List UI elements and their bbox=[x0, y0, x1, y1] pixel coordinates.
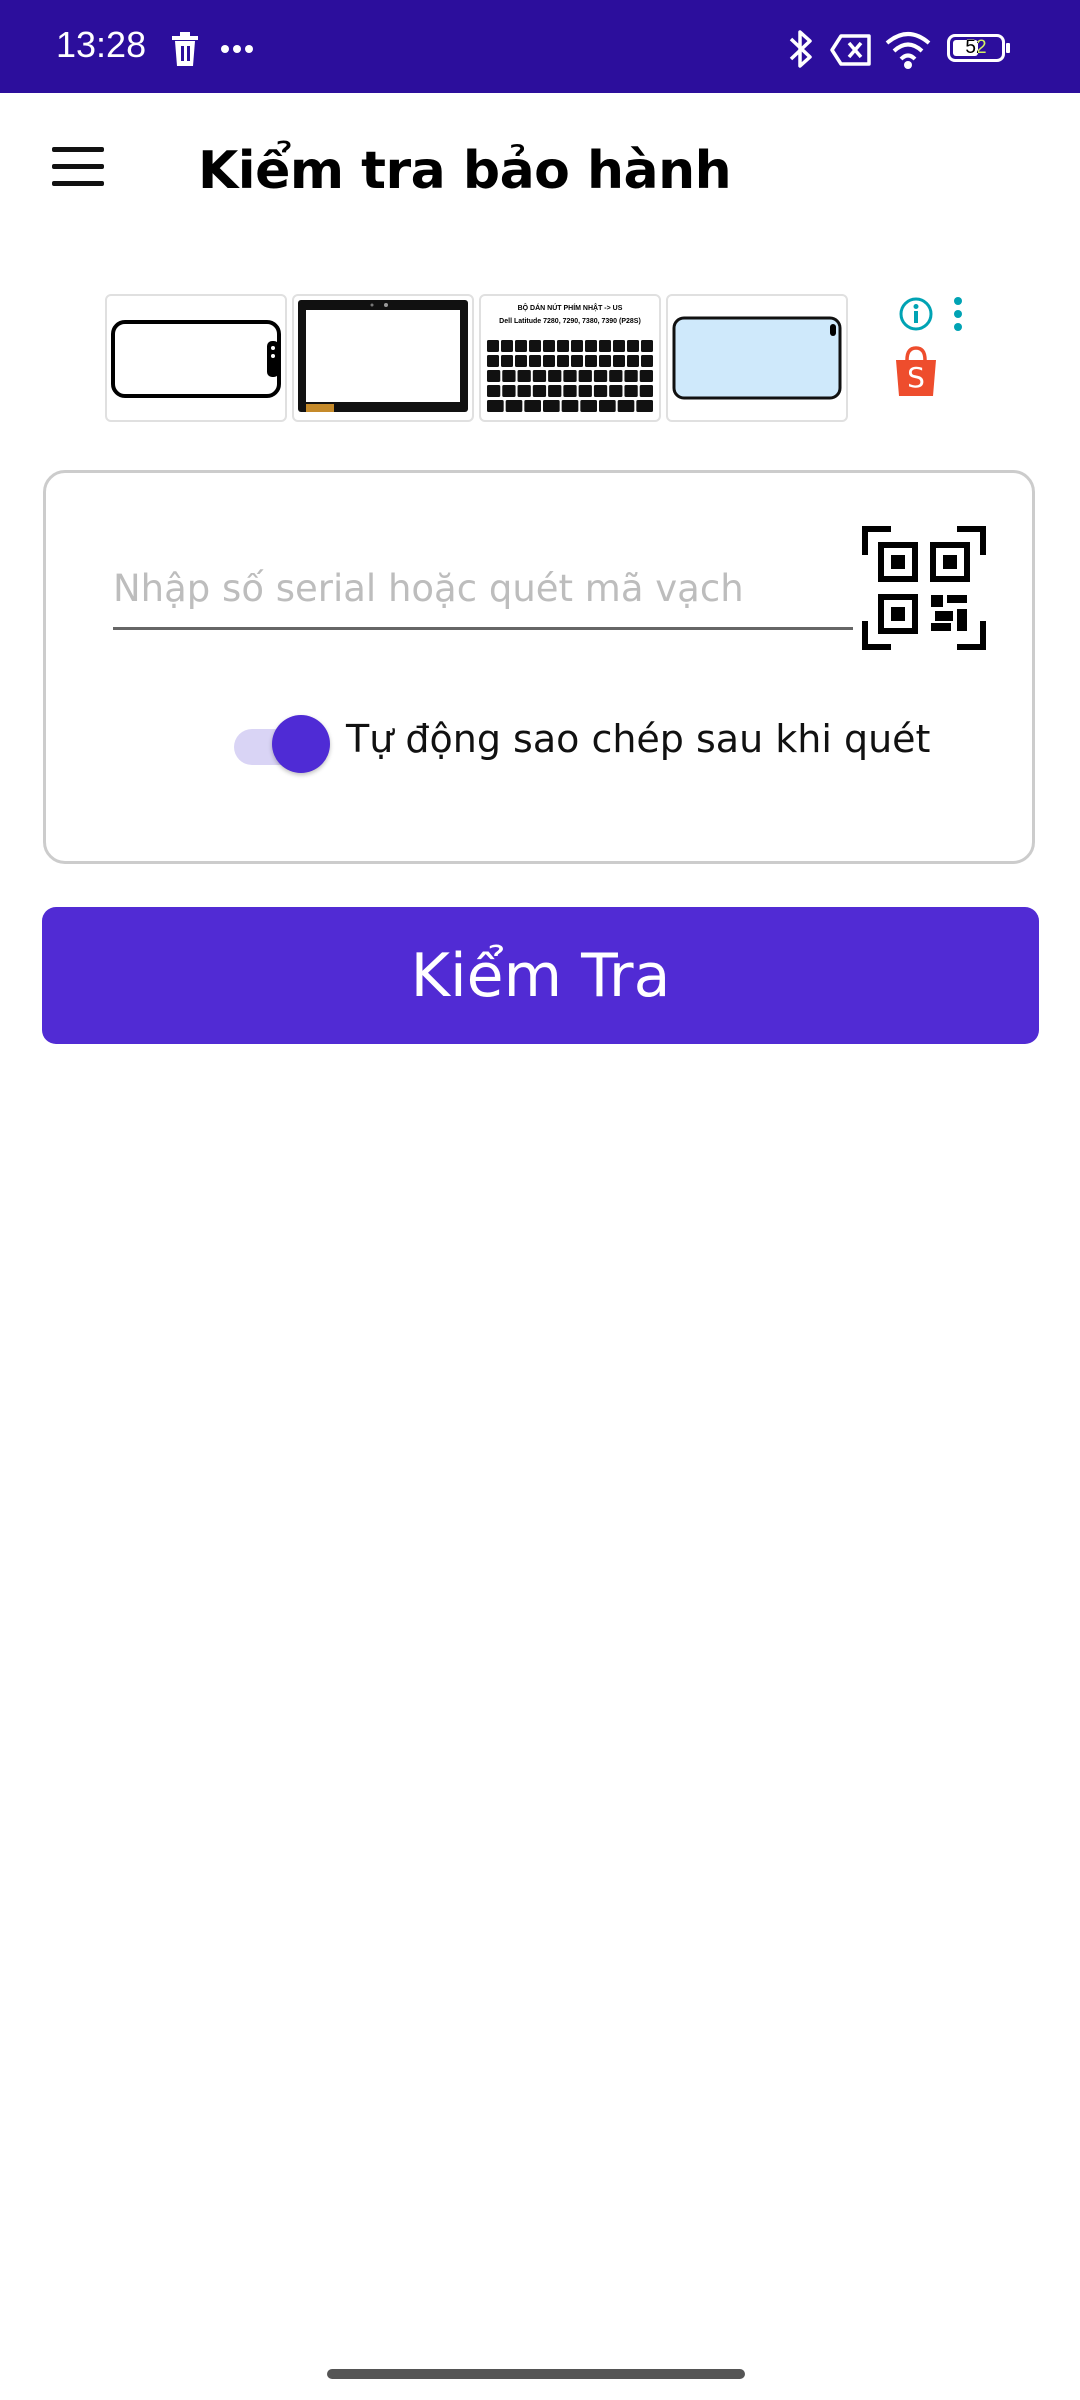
keyboard-key bbox=[624, 385, 638, 397]
keyboard-key bbox=[563, 385, 577, 397]
auto-copy-label: Tự động sao chép sau khi quét bbox=[346, 717, 931, 761]
keyboard-key bbox=[517, 385, 531, 397]
bluetooth-icon bbox=[789, 30, 812, 68]
battery-level: 52 bbox=[965, 37, 987, 58]
keyboard-key bbox=[578, 370, 592, 382]
ad-keyboard-models: Dell Latitude 7280, 7290, 7380, 7390 (P2… bbox=[499, 318, 641, 325]
keyboard-key bbox=[557, 355, 569, 367]
battery-icon: 52 bbox=[947, 34, 1011, 66]
keyboard-key bbox=[627, 355, 639, 367]
delete-icon bbox=[172, 32, 198, 66]
keyboard-key bbox=[585, 355, 597, 367]
keyboard-key bbox=[599, 400, 616, 412]
check-button[interactable]: Kiểm Tra bbox=[42, 907, 1039, 1044]
keyboard-key bbox=[609, 370, 623, 382]
keyboard-key bbox=[578, 385, 592, 397]
keyboard-key bbox=[524, 400, 541, 412]
keyboard-key bbox=[548, 370, 562, 382]
keyboard-key bbox=[515, 340, 527, 352]
ad-keyboard-title: BỘ DÁN NÚT PHÍM NHẬT -> US bbox=[517, 305, 623, 312]
keyboard-key bbox=[487, 355, 499, 367]
toggle-knob bbox=[272, 715, 330, 773]
keyboard-key bbox=[561, 400, 579, 412]
keyboard-key bbox=[501, 355, 513, 367]
shopee-icon[interactable]: S bbox=[892, 346, 940, 398]
home-indicator[interactable] bbox=[327, 2369, 745, 2379]
more-horizontal-icon bbox=[221, 45, 253, 53]
keyboard-key bbox=[639, 370, 653, 382]
hamburger-menu-icon[interactable] bbox=[40, 139, 116, 195]
keyboard-key bbox=[641, 355, 653, 367]
keyboard-key bbox=[571, 340, 583, 352]
keyboard-key bbox=[487, 400, 504, 412]
keyboard-key bbox=[609, 385, 623, 397]
keyboard-key bbox=[617, 400, 635, 412]
keyboard-key bbox=[563, 370, 577, 382]
keyboard-key bbox=[515, 355, 527, 367]
app-bar: Kiểm tra bảo hành bbox=[0, 93, 1080, 253]
keyboard-key bbox=[487, 385, 501, 397]
keyboard-key bbox=[593, 370, 608, 382]
keyboard-key bbox=[517, 370, 531, 382]
ad-more-icon[interactable] bbox=[948, 296, 968, 332]
keyboard-key bbox=[639, 385, 653, 397]
keyboard-key bbox=[529, 355, 541, 367]
keyboard-key bbox=[624, 370, 638, 382]
page-title: Kiểm tra bảo hành bbox=[198, 141, 732, 201]
keyboard-key bbox=[543, 400, 560, 412]
ad-product-curved-glass[interactable] bbox=[666, 294, 848, 422]
keyboard-key bbox=[543, 340, 555, 352]
status-time: 13:28 bbox=[56, 24, 147, 65]
keyboard-key bbox=[557, 340, 569, 352]
keyboard-key bbox=[532, 370, 547, 382]
wifi-icon bbox=[885, 32, 931, 69]
no-sim-icon bbox=[830, 34, 871, 66]
keyboard-key bbox=[571, 355, 583, 367]
keyboard-key bbox=[501, 340, 513, 352]
keyboard-key bbox=[529, 340, 541, 352]
keyboard-key bbox=[548, 385, 562, 397]
keyboard-key bbox=[502, 370, 516, 382]
keyboard-key bbox=[636, 400, 653, 412]
qr-scan-icon[interactable] bbox=[861, 525, 987, 651]
ad-product-keyboard-sticker[interactable]: BỘ DÁN NÚT PHÍM NHẬT -> US Dell Latitude… bbox=[479, 294, 661, 422]
ad-info-icon[interactable] bbox=[898, 296, 934, 332]
status-bar: 13:28 52 bbox=[0, 0, 1080, 93]
serial-input[interactable] bbox=[113, 549, 853, 630]
keyboard-key bbox=[593, 385, 608, 397]
keyboard-key bbox=[487, 340, 499, 352]
keyboard-key bbox=[487, 370, 501, 382]
keyboard-key bbox=[543, 355, 555, 367]
keyboard-key bbox=[585, 340, 597, 352]
warranty-check-card: Tự động sao chép sau khi quét bbox=[43, 470, 1035, 864]
ad-product-phone-glass[interactable] bbox=[105, 294, 287, 422]
auto-copy-toggle[interactable] bbox=[234, 715, 330, 773]
ad-product-touch-screen[interactable] bbox=[292, 294, 474, 422]
keyboard-key bbox=[613, 355, 625, 367]
shopee-letter: S bbox=[907, 361, 925, 394]
keyboard-key bbox=[613, 340, 625, 352]
keyboard-key bbox=[580, 400, 597, 412]
keyboard-key bbox=[599, 340, 611, 352]
keyboard-key bbox=[627, 340, 639, 352]
keyboard-key bbox=[532, 385, 547, 397]
keyboard-key bbox=[599, 355, 611, 367]
keyboard-key bbox=[502, 385, 516, 397]
keyboard-key bbox=[641, 340, 653, 352]
keyboard-key bbox=[505, 400, 523, 412]
